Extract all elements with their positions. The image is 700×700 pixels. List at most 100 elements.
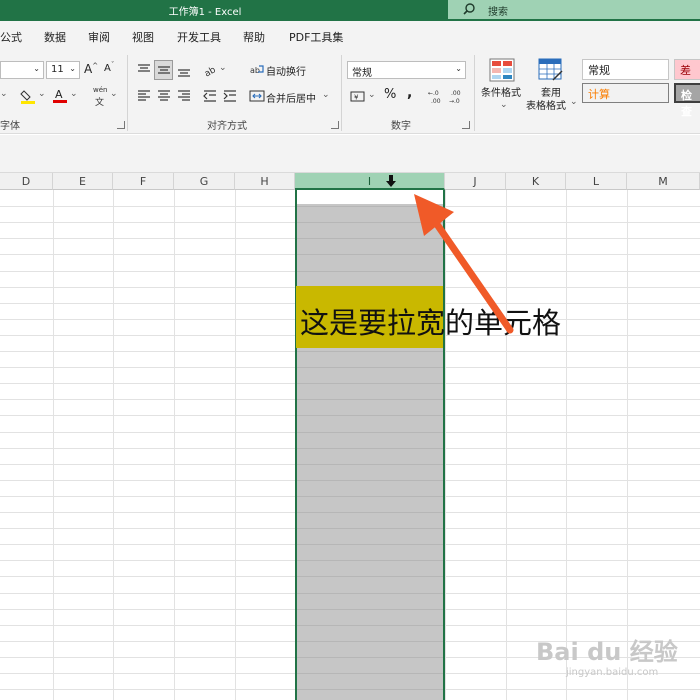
caret-down-icon: ˇ (110, 61, 115, 69)
wrap-text-icon[interactable]: ab (249, 62, 265, 78)
column-header-d[interactable]: D (0, 173, 53, 190)
group-label-number: 数字 (391, 121, 411, 132)
increase-decimal-icon[interactable]: ←.0.00 (428, 88, 444, 104)
chevron-down-icon[interactable]: ⌄ (110, 89, 118, 99)
align-top-icon[interactable] (136, 62, 152, 78)
svg-text:.00: .00 (451, 90, 461, 97)
font-grow-label: A (84, 62, 93, 76)
tab-formulas[interactable]: 公式 (0, 29, 22, 45)
selected-row-line (297, 415, 443, 416)
merge-center-icon[interactable] (249, 88, 265, 104)
svg-text:ab: ab (203, 65, 218, 77)
dialog-launcher-icon[interactable] (462, 121, 470, 129)
tab-pdf-tools[interactable]: PDF工具集 (289, 29, 343, 45)
svg-text:→.0: →.0 (449, 98, 460, 104)
font-color-icon[interactable]: A (52, 87, 68, 103)
selected-row-line (297, 657, 443, 658)
column-header-e[interactable]: E (53, 173, 113, 190)
column-header-m[interactable]: M (627, 173, 700, 190)
style-check[interactable]: 检查 (674, 83, 700, 118)
style-calc[interactable]: 计算 (582, 83, 669, 103)
style-normal[interactable]: 常规 (582, 59, 669, 80)
chevron-down-icon[interactable]: ⌄ (219, 63, 227, 73)
chevron-down-icon[interactable]: ⌄ (570, 97, 578, 107)
increase-indent-icon[interactable] (222, 88, 238, 104)
search-icon (463, 3, 475, 15)
font-size-value: 11 (51, 64, 64, 75)
tab-developer[interactable]: 开发工具 (177, 29, 221, 45)
chevron-down-icon[interactable]: ⌄ (70, 89, 78, 99)
decrease-decimal-icon[interactable]: .00→.0 (449, 88, 465, 104)
selected-row-line (297, 528, 443, 529)
selected-row-line (297, 625, 443, 626)
column-select-cursor-icon (386, 175, 396, 187)
number-format-combo[interactable]: 常规 ⌄ (347, 61, 466, 79)
tab-help[interactable]: 帮助 (243, 29, 265, 45)
column-header-g[interactable]: G (174, 173, 235, 190)
selected-row-line (297, 689, 443, 690)
column-header-j[interactable]: J (445, 173, 506, 190)
column-header-i[interactable]: I (295, 173, 445, 190)
chevron-down-icon[interactable]: ⌄ (38, 89, 46, 99)
group-label-font: 字体 (0, 121, 20, 132)
annotation-arrow-icon (414, 194, 514, 334)
font-shrink-button[interactable]: Aˇ (104, 61, 115, 74)
table-format-label-2[interactable]: 表格格式 (526, 97, 566, 112)
caret-up-icon: ^ (92, 62, 99, 70)
column-header-h[interactable]: H (235, 173, 295, 190)
selected-row-line (297, 673, 443, 674)
decrease-indent-icon[interactable] (202, 88, 218, 104)
search-box[interactable]: 搜索 (448, 0, 700, 19)
formula-bar-area (0, 135, 700, 173)
phonetic-guide-button[interactable]: wén 文 (92, 86, 108, 108)
chevron-down-icon[interactable]: ⌄ (368, 90, 376, 100)
wrap-text-button[interactable]: 自动换行 (266, 63, 306, 78)
orientation-icon[interactable]: ab (202, 61, 218, 77)
dialog-launcher-icon[interactable] (331, 121, 339, 129)
merge-center-button[interactable]: 合并后居中 (266, 90, 316, 105)
comma-button[interactable]: , (407, 85, 412, 101)
font-shrink-label: A (104, 63, 111, 74)
font-name-combo[interactable]: ⌄ (0, 61, 44, 79)
grid-column-line (174, 190, 175, 700)
phonetic-bottom: 文 (95, 98, 105, 108)
title-bar: 工作簿1 - Excel 搜索 (0, 0, 700, 21)
chevron-down-icon[interactable]: ⌄ (0, 89, 8, 99)
svg-text:.00: .00 (431, 98, 441, 104)
window-title: 工作簿1 - Excel (168, 7, 242, 18)
conditional-format-button[interactable]: 条件格式 (481, 84, 521, 99)
selected-row-line (297, 432, 443, 433)
align-middle-icon[interactable] (156, 62, 172, 78)
percent-button[interactable]: % (384, 87, 396, 102)
selected-row-line (297, 448, 443, 449)
align-left-icon[interactable] (136, 88, 152, 104)
table-format-icon[interactable] (538, 58, 564, 82)
tab-review[interactable]: 审阅 (88, 29, 110, 45)
column-header-l[interactable]: L (566, 173, 627, 190)
group-divider (474, 55, 475, 131)
accounting-format-icon[interactable]: ¥ (350, 88, 366, 104)
group-label-alignment: 对齐方式 (207, 121, 247, 132)
tab-data[interactable]: 数据 (44, 29, 66, 45)
svg-text:←.0: ←.0 (428, 90, 439, 97)
excel-window: 工作簿1 - Excel 搜索 公式 数据 审阅 视图 开发工具 帮助 PDF工… (0, 0, 700, 700)
grid-column-line (566, 190, 567, 700)
chevron-down-icon[interactable]: ⌄ (322, 90, 330, 100)
selected-row-line (297, 383, 443, 384)
column-header-k[interactable]: K (506, 173, 566, 190)
chevron-down-icon: ⌄ (69, 64, 76, 73)
conditional-format-icon[interactable] (489, 58, 515, 82)
font-grow-button[interactable]: A^ (84, 62, 98, 76)
align-center-icon[interactable] (156, 88, 172, 104)
menu-bar: 公式 数据 审阅 视图 开发工具 帮助 PDF工具集 (0, 21, 700, 51)
column-header-f[interactable]: F (113, 173, 174, 190)
style-bad[interactable]: 差 (674, 59, 700, 80)
chevron-down-icon[interactable]: ⌄ (500, 100, 508, 110)
fill-color-icon[interactable] (20, 88, 36, 104)
font-size-combo[interactable]: 11 ⌄ (46, 61, 80, 79)
align-right-icon[interactable] (176, 88, 192, 104)
dialog-launcher-icon[interactable] (117, 121, 125, 129)
tab-view[interactable]: 视图 (132, 29, 154, 45)
align-bottom-icon[interactable] (176, 62, 192, 78)
phonetic-top: wén (93, 86, 108, 94)
